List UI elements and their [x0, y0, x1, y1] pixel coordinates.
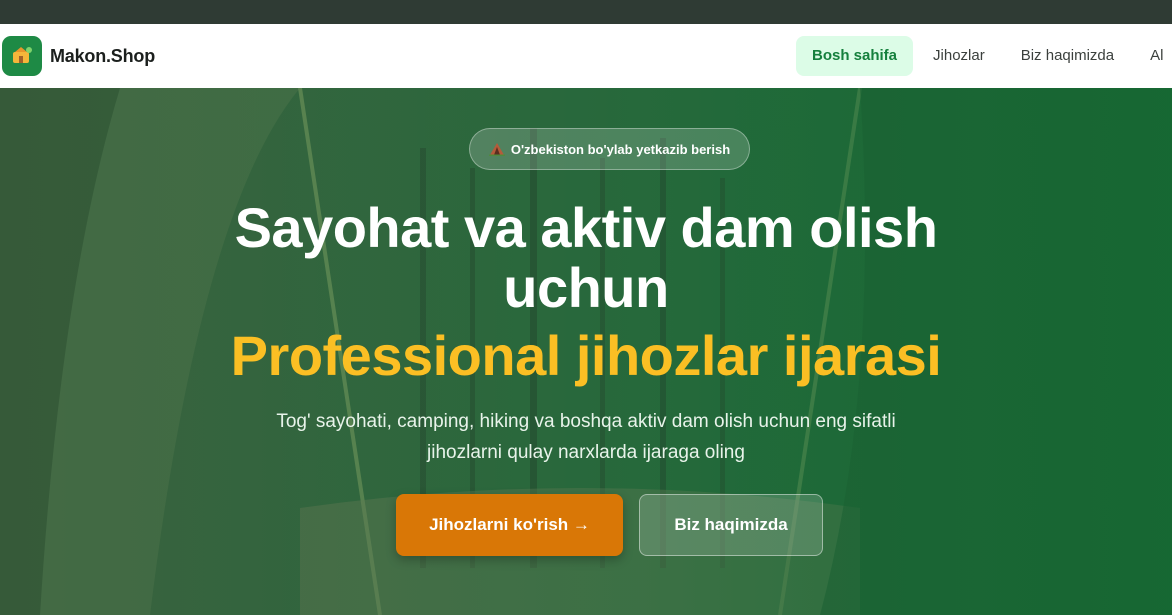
browser-top-strip	[0, 0, 1172, 24]
hero-title: Sayohat va aktiv dam olish uchun	[186, 198, 986, 318]
logo-icon	[2, 36, 42, 76]
nav-item-cut-off[interactable]: Al	[1134, 36, 1172, 76]
main-nav: Bosh sahifa Jihozlar Biz haqimizda Al	[796, 36, 1172, 76]
hero-title-highlight: Professional jihozlar ijarasi	[230, 324, 942, 387]
nav-item-home[interactable]: Bosh sahifa	[796, 36, 914, 76]
about-us-button[interactable]: Biz haqimizda	[639, 494, 823, 556]
hero-title-line1: Sayohat va aktiv dam olish	[234, 196, 938, 259]
nav-item-equipment[interactable]: Jihozlar	[917, 36, 1001, 76]
hero-subtitle: Tog' sayohati, camping, hiking va boshqa…	[276, 411, 896, 463]
hero-title-line2: uchun	[503, 256, 669, 319]
brand-name: Makon.Shop	[50, 45, 155, 66]
navbar: Makon.Shop Bosh sahifa Jihozlar Biz haqi…	[0, 24, 1172, 88]
delivery-badge: O'zbekiston bo'ylab yetkazib berish	[469, 128, 750, 170]
tent-icon	[488, 143, 505, 156]
delivery-badge-text: O'zbekiston bo'ylab yetkazib berish	[510, 141, 731, 157]
hero-section: O'zbekiston bo'ylab yetkazib berish Sayo…	[0, 88, 1172, 615]
nav-item-about[interactable]: Biz haqimizda	[1005, 36, 1130, 76]
view-equipment-button[interactable]: Jihozlarni ko'rish →	[396, 494, 623, 556]
brand[interactable]: Makon.Shop	[2, 36, 155, 76]
